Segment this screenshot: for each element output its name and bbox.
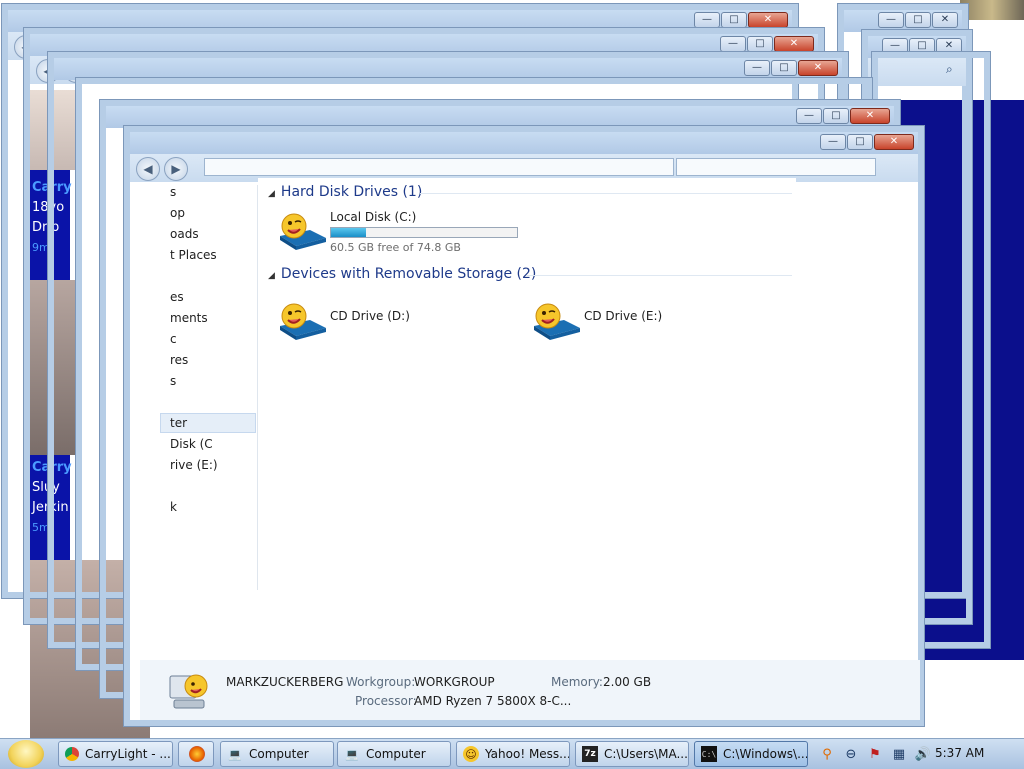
nav-item[interactable]: op: [170, 206, 185, 220]
details-pane: [140, 660, 920, 720]
back-arrow-icon[interactable]: ◀: [136, 157, 160, 181]
minimize-button[interactable]: —: [796, 108, 822, 124]
hard-drive-icon: [280, 213, 326, 250]
nav-item[interactable]: s: [170, 185, 176, 199]
drive-cd-d[interactable]: CD Drive (D:): [276, 300, 476, 340]
memory-value: 2.00 GB: [603, 675, 652, 689]
7zip-icon: 7z: [582, 746, 598, 762]
nav-item-downloads[interactable]: oads: [170, 227, 199, 241]
maximize-button[interactable]: □: [771, 60, 797, 76]
cmd-icon: C:\: [701, 746, 717, 762]
close-button[interactable]: ✕: [798, 60, 838, 76]
close-button[interactable]: ✕: [932, 12, 958, 28]
drive-name: CD Drive (D:): [330, 309, 410, 323]
taskbar-item-7zip[interactable]: 7z C:\Users\MA...: [575, 741, 689, 767]
taskbar: CarryLight - ... 💻 Computer 💻 Computer ☺…: [0, 738, 1024, 769]
system-tray: ⚲ ⊖ ⚑ ▦ 🔊: [818, 739, 938, 769]
close-button[interactable]: ✕: [748, 12, 788, 28]
minimize-button[interactable]: —: [744, 60, 770, 76]
navigation-pane: s op oads t Places es ments c res s ter …: [160, 185, 258, 590]
taskbar-item-cmd[interactable]: C:\ C:\Windows\...: [694, 741, 808, 767]
cd-drive-icon: [534, 303, 580, 340]
firefox-icon: [189, 746, 205, 762]
nav-item-network[interactable]: k: [170, 500, 177, 514]
volume-icon[interactable]: 🔊: [914, 745, 932, 763]
group-divider: [526, 275, 792, 276]
search-input[interactable]: [676, 158, 876, 176]
minimize-button[interactable]: —: [820, 134, 846, 150]
processor-value: AMD Ryzen 7 5800X 8-C...: [414, 694, 572, 708]
taskbar-item-yahoo-messenger[interactable]: ☺ Yahoo! Mess...: [456, 741, 570, 767]
action-center-flag-icon[interactable]: ⚑: [866, 745, 884, 763]
collapse-triangle-icon[interactable]: ◢: [268, 189, 275, 199]
maximize-button[interactable]: □: [823, 108, 849, 124]
nav-item-computer[interactable]: ter: [170, 416, 187, 430]
taskbar-item-chrome[interactable]: CarryLight - ...: [58, 741, 173, 767]
maximize-button[interactable]: □: [747, 36, 773, 52]
minimize-button[interactable]: —: [694, 12, 720, 28]
minus-circle-icon[interactable]: ⊖: [842, 745, 860, 763]
computer-icon: 💻: [345, 747, 359, 761]
minimize-button[interactable]: —: [878, 12, 904, 28]
title-bar[interactable]: — □ ✕: [844, 10, 962, 32]
drive-free-space: 60.5 GB free of 74.8 GB: [330, 241, 461, 254]
drive-cd-e[interactable]: CD Drive (E:): [530, 300, 730, 340]
computer-name: MARKZUCKERBERG: [226, 675, 344, 689]
maximize-button[interactable]: □: [721, 12, 747, 28]
taskbar-item-computer[interactable]: 💻 Computer: [337, 741, 451, 767]
close-button[interactable]: ✕: [774, 36, 814, 52]
network-icon[interactable]: ▦: [890, 745, 908, 763]
taskbar-item-firefox[interactable]: [178, 741, 214, 767]
nav-item-pictures[interactable]: res: [170, 353, 188, 367]
group-divider: [420, 193, 792, 194]
drive-usage-bar: [330, 227, 518, 238]
address-bar[interactable]: [204, 158, 674, 176]
nav-item-videos[interactable]: s: [170, 374, 176, 388]
group-header-hard-disk[interactable]: ◢ Hard Disk Drives (1): [268, 184, 422, 200]
taskbar-item-computer[interactable]: 💻 Computer: [220, 741, 334, 767]
forward-arrow-icon[interactable]: ▶: [164, 157, 188, 181]
nav-item-recent-places[interactable]: t Places: [170, 248, 217, 262]
group-header-removable[interactable]: ◢ Devices with Removable Storage (2): [268, 266, 536, 282]
computer-icon: [169, 674, 208, 709]
nav-item-cd-drive[interactable]: rive (E:): [170, 458, 218, 472]
start-button[interactable]: [8, 740, 44, 768]
nav-item-music[interactable]: c: [170, 332, 177, 346]
processor-label: Processor:: [355, 694, 417, 708]
title-bar[interactable]: — □ ✕: [130, 132, 918, 154]
yahoo-icon: ☺: [463, 746, 479, 762]
clock[interactable]: 5:37 AM: [935, 746, 984, 760]
minimize-button[interactable]: —: [720, 36, 746, 52]
drive-name: Local Disk (C:): [330, 210, 417, 224]
search-tray-icon[interactable]: ⚲: [818, 745, 836, 763]
nav-item[interactable]: es: [170, 290, 184, 304]
nav-item-local-disk[interactable]: Disk (C: [170, 437, 213, 451]
nav-item-documents[interactable]: ments: [170, 311, 208, 325]
title-bar[interactable]: — □ ✕: [54, 58, 842, 80]
drive-name: CD Drive (E:): [584, 309, 663, 323]
drive-local-disk-c[interactable]: Local Disk (C:) 60.5 GB free of 74.8 GB: [276, 210, 526, 258]
close-button[interactable]: ✕: [874, 134, 914, 150]
title-bar[interactable]: — □ ✕: [106, 106, 894, 128]
memory-label: Memory:: [551, 675, 603, 689]
collapse-triangle-icon[interactable]: ◢: [268, 271, 275, 281]
maximize-button[interactable]: □: [847, 134, 873, 150]
computer-icon: 💻: [228, 747, 242, 761]
drive-usage-fill: [331, 228, 367, 237]
close-button[interactable]: ✕: [850, 108, 890, 124]
chrome-icon: [65, 747, 79, 761]
workgroup-value: WORKGROUP: [414, 675, 495, 689]
cd-drive-icon: [280, 303, 326, 340]
workgroup-label: Workgroup:: [346, 675, 416, 689]
background-photo: [960, 0, 1024, 20]
maximize-button[interactable]: □: [905, 12, 931, 28]
